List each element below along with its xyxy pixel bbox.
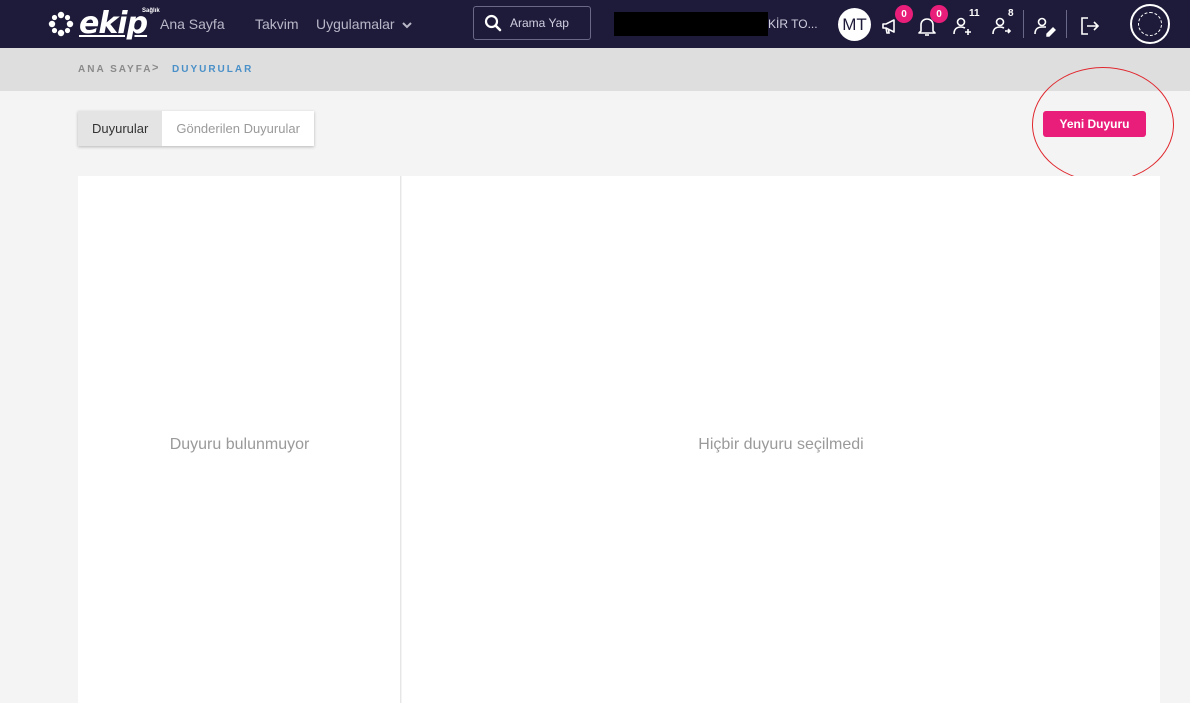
announcements-button[interactable]: 0 (880, 5, 913, 38)
user-share-button[interactable]: 8 (990, 8, 1018, 38)
profile-edit-button[interactable] (1033, 10, 1061, 38)
notifications-button[interactable]: 0 (915, 5, 948, 38)
nav-divider (1023, 10, 1024, 38)
breadcrumb-current: DUYURULAR (172, 64, 254, 75)
logo-subtitle: Sağlık (142, 8, 160, 14)
tab-sent-announcements[interactable]: Gönderilen Duyurular (162, 111, 314, 146)
user-name-fragment[interactable]: KİR TO... (768, 0, 818, 48)
nav-calendar-link[interactable]: Takvim (255, 0, 299, 48)
tab-announcements[interactable]: Duyurular (78, 111, 163, 146)
user-share-count: 8 (1008, 8, 1014, 19)
notifications-badge: 0 (930, 5, 948, 23)
announcement-detail-panel: Hiçbir duyuru seçilmedi (402, 176, 1160, 703)
user-add-button[interactable]: 11 (951, 8, 980, 38)
nav-divider (1066, 10, 1067, 38)
emblem-inner-ring (1138, 12, 1162, 36)
chevron-down-icon (402, 22, 413, 29)
new-announcement-button[interactable]: Yeni Duyuru (1043, 111, 1146, 137)
nav-home-link[interactable]: Ana Sayfa (160, 0, 225, 48)
flower-logo-icon (48, 11, 74, 37)
search-icon (484, 14, 502, 32)
announcements-badge: 0 (895, 5, 913, 23)
breadcrumb-home[interactable]: ANA SAYFA (78, 64, 153, 75)
detail-empty-message: Hiçbir duyuru seçilmedi (698, 436, 864, 453)
search-button[interactable]: Arama Yap (473, 6, 591, 40)
avatar[interactable]: MT (838, 8, 871, 41)
announcement-list-panel: Duyuru bulunmuyor (78, 176, 401, 703)
logout-button[interactable] (1078, 10, 1106, 38)
list-empty-message: Duyuru bulunmuyor (169, 436, 310, 453)
announcement-tabs: Duyurular Gönderilen Duyurular (78, 111, 314, 146)
nav-apps-label: Uygulamalar (316, 16, 395, 32)
breadcrumb: ANA SAYFA > DUYURULAR (0, 48, 1190, 91)
ekip-logo[interactable]: ekip Sağlık (46, 6, 160, 42)
ministry-emblem-icon[interactable] (1130, 4, 1170, 44)
user-edit-icon (1034, 17, 1056, 37)
search-label: Arama Yap (510, 16, 569, 30)
top-navbar: ekip Sağlık Ana Sayfa Takvim Uygulamalar… (0, 0, 1190, 48)
nav-apps-dropdown[interactable]: Uygulamalar (316, 0, 413, 48)
user-add-count: 11 (969, 8, 980, 19)
logout-icon (1081, 17, 1100, 35)
breadcrumb-separator: > (152, 62, 159, 74)
redacted-user-name (614, 12, 768, 36)
logo-text: ekip (79, 6, 148, 41)
